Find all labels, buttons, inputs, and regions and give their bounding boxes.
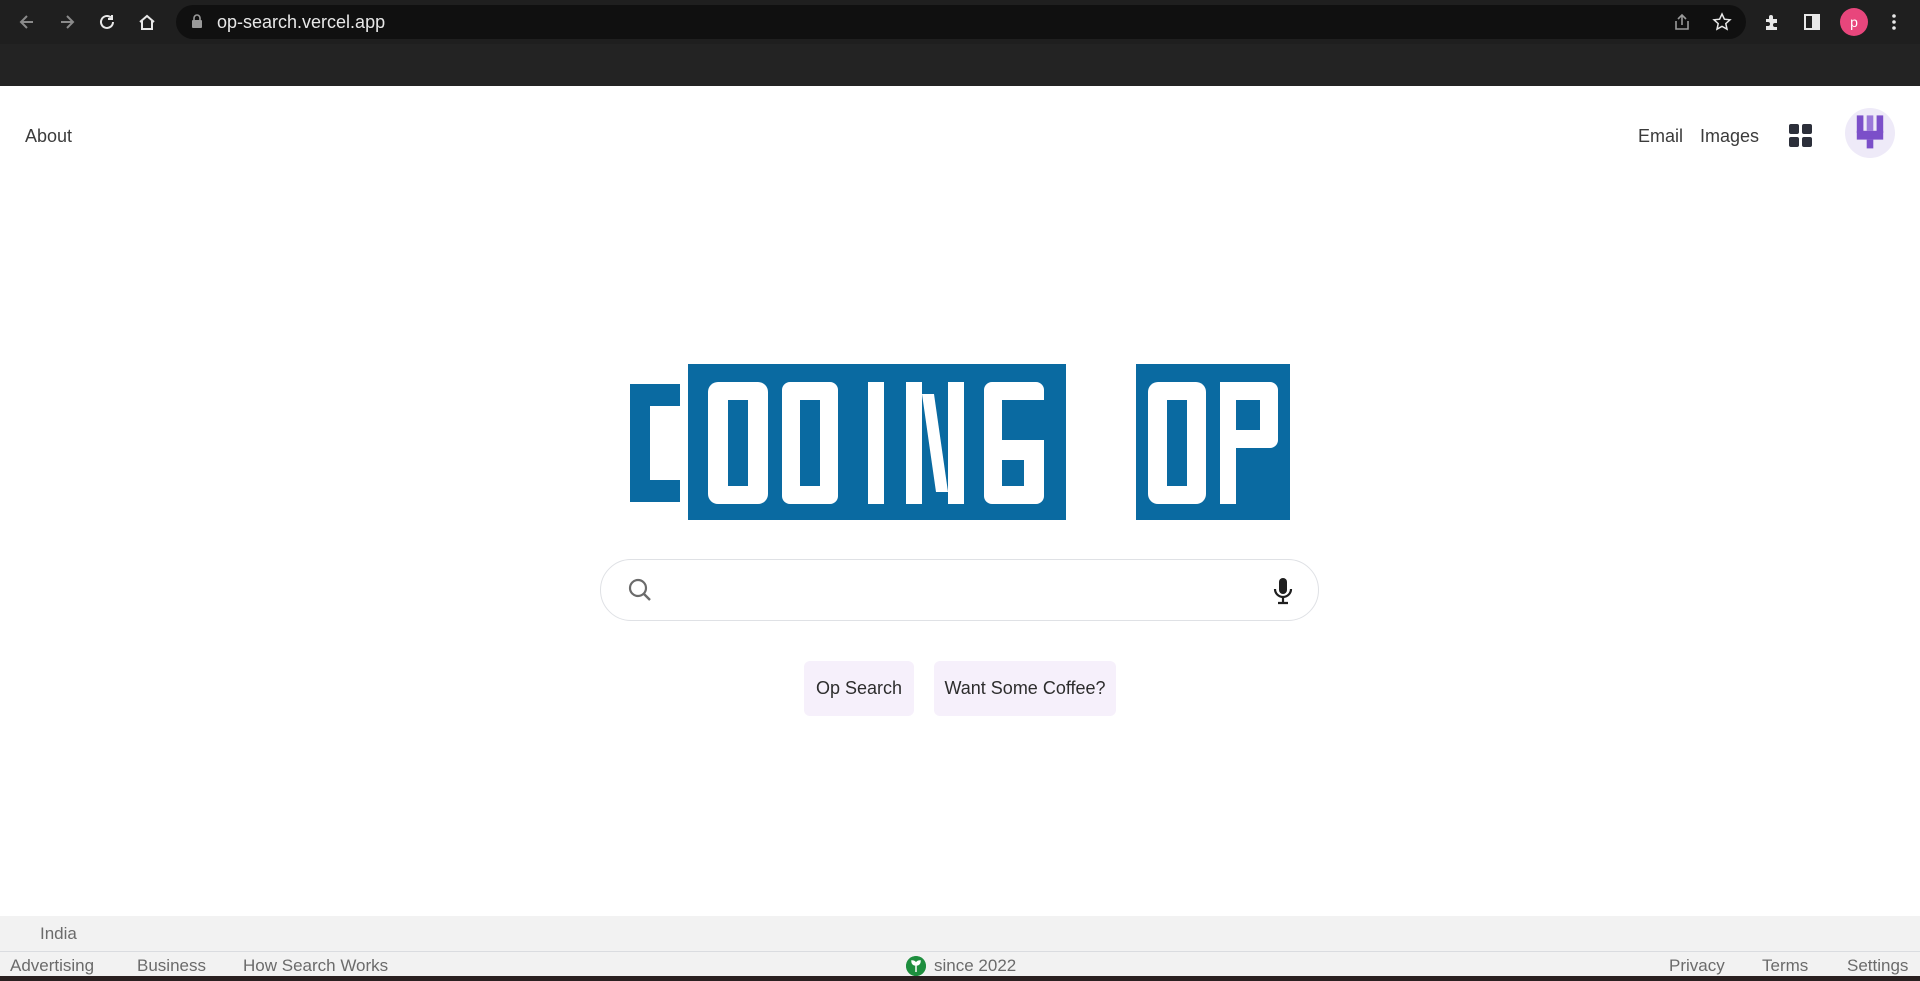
- about-link[interactable]: About: [25, 126, 72, 147]
- reload-icon[interactable]: [93, 8, 121, 36]
- privacy-link[interactable]: Privacy: [1669, 956, 1725, 976]
- footer-country: India: [40, 924, 77, 943]
- browser-profile-avatar[interactable]: p: [1840, 8, 1868, 36]
- side-panel-icon[interactable]: [1800, 10, 1824, 34]
- extensions-icon[interactable]: [1760, 10, 1784, 34]
- forward-icon[interactable]: [53, 8, 81, 36]
- search-input[interactable]: [669, 572, 1249, 610]
- page: About Email Images Op Search Want Some C…: [0, 86, 1920, 981]
- since-text: since 2022: [934, 956, 1017, 975]
- footer-divider: [0, 951, 1920, 952]
- microphone-icon[interactable]: [1269, 576, 1297, 606]
- bookmark-star-icon[interactable]: [1710, 10, 1734, 34]
- images-link[interactable]: Images: [1700, 126, 1759, 147]
- advertising-link[interactable]: Advertising: [10, 956, 94, 976]
- op-search-button[interactable]: Op Search: [804, 661, 914, 716]
- want-coffee-button[interactable]: Want Some Coffee?: [934, 661, 1116, 716]
- apps-grid-icon[interactable]: [1787, 122, 1813, 148]
- terms-link[interactable]: Terms: [1762, 956, 1808, 976]
- address-bar[interactable]: [176, 5, 1746, 39]
- browser-menu-icon[interactable]: [1882, 10, 1906, 34]
- user-avatar-icon: [1856, 115, 1884, 149]
- email-link[interactable]: Email: [1638, 126, 1683, 147]
- avatar[interactable]: [1845, 108, 1895, 158]
- browser-chrome: op-search.vercel.app p: [0, 0, 1920, 86]
- lock-icon: [192, 14, 202, 28]
- search-box[interactable]: [600, 559, 1319, 621]
- leaf-icon: [906, 956, 926, 976]
- search-icon: [628, 578, 651, 601]
- home-icon[interactable]: [133, 8, 161, 36]
- browser-toolbar: op-search.vercel.app p: [0, 0, 1920, 44]
- bottom-bar: [0, 976, 1920, 981]
- coding-op-logo: [630, 364, 1290, 520]
- url-text[interactable]: op-search.vercel.app: [217, 12, 385, 33]
- share-icon[interactable]: [1670, 10, 1694, 34]
- settings-link[interactable]: Settings: [1847, 956, 1908, 976]
- back-icon[interactable]: [13, 8, 41, 36]
- how-search-works-link[interactable]: How Search Works: [243, 956, 388, 976]
- business-link[interactable]: Business: [137, 956, 206, 976]
- footer: India Advertising Business How Search Wo…: [0, 916, 1920, 981]
